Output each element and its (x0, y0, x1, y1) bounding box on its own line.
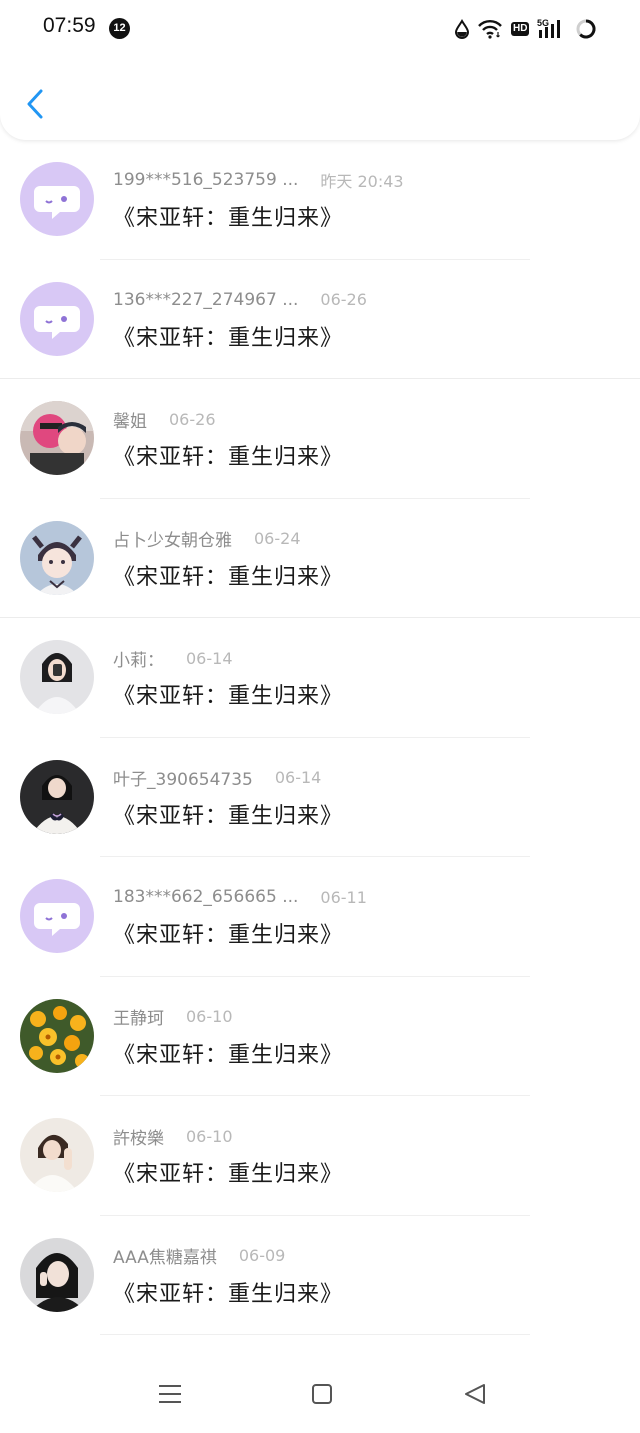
back-button[interactable] (20, 84, 50, 124)
top-header-card: 07:59 12 HD 5G (0, 0, 640, 140)
user-name: 叶子_390654735 (113, 770, 253, 790)
notification-count-badge: 12 (109, 18, 130, 39)
item-title: 《宋亚轩：重生归来》 (113, 803, 344, 829)
item-date: 06-10 (186, 1126, 233, 1146)
hd-badge: HD (511, 22, 530, 36)
list-item[interactable]: 占卜少女朝仓雅 06-24 《宋亚轩：重生归来》 (0, 499, 640, 618)
list-item[interactable]: AAA焦糖嘉祺 06-09 《宋亚轩：重生归来》 (0, 1216, 640, 1335)
list-item[interactable]: 許桉樂 06-10 《宋亚轩：重生归来》 (0, 1096, 640, 1216)
item-title: 《宋亚轩：重生归来》 (113, 1162, 344, 1187)
default-chat-avatar (20, 281, 94, 356)
user-name: 馨姐 (113, 411, 147, 432)
menu-icon (159, 1385, 181, 1403)
list-item[interactable]: 王静珂 06-10 《宋亚轩：重生归来》 (0, 977, 640, 1096)
user-photo-avatar (20, 1237, 94, 1312)
item-meta: 王静珂 06-10 (113, 1004, 233, 1030)
user-name: AAA焦糖嘉祺 (113, 1248, 217, 1268)
item-title: 《宋亚轩：重生归来》 (113, 445, 344, 470)
item-meta: 199***516_523759 ... 昨天 20:43 (113, 167, 404, 193)
list-item[interactable]: 199***516_523759 ... 昨天 20:43 《宋亚轩：重生归来》 (0, 140, 640, 260)
list-item[interactable]: 叶子_390654735 06-14 《宋亚轩：重生归来》 (0, 738, 640, 857)
item-meta: 許桉樂 06-10 (113, 1123, 233, 1149)
anime-avatar (20, 520, 94, 595)
item-date: 06-10 (186, 1007, 233, 1026)
user-name: 許桉樂 (113, 1128, 164, 1149)
network-label: 5G (537, 18, 549, 28)
flower-avatar (20, 998, 94, 1073)
list-item[interactable]: 小莉： 06-14 《宋亚轩：重生归来》 (0, 618, 640, 738)
list-item[interactable]: 183***662_656665 ... 06-11 《宋亚轩：重生归来》 (0, 857, 640, 977)
item-date: 06-14 (186, 648, 233, 668)
comment-list-screen: 07:59 12 HD 5G 199***516_523759 ... 昨天 2… (0, 0, 640, 1433)
wifi-icon (477, 19, 503, 39)
user-name: 199***516_523759 ... (113, 170, 299, 190)
item-title: 《宋亚轩：重生归来》 (113, 684, 344, 709)
user-name: 183***662_656665 ... (113, 887, 299, 907)
item-date: 昨天 20:43 (320, 172, 404, 191)
user-name: 小莉： (113, 650, 164, 671)
item-meta: 136***227_274967 ... 06-26 (113, 287, 367, 313)
back-triangle-icon (465, 1384, 485, 1404)
comment-list: 199***516_523759 ... 昨天 20:43 《宋亚轩：重生归来》… (0, 140, 640, 1335)
user-photo-avatar (20, 640, 94, 714)
user-photo-avatar (20, 1118, 94, 1192)
list-item[interactable]: 136***227_274967 ... 06-26 《宋亚轩：重生归来》 (0, 260, 640, 379)
system-nav-bar (0, 1360, 640, 1433)
item-date: 06-11 (320, 887, 367, 907)
home-button[interactable] (302, 1380, 342, 1408)
item-date: 06-09 (238, 1246, 286, 1265)
user-name: 王静珂 (113, 1009, 164, 1029)
item-date: 06-24 (254, 529, 301, 548)
item-meta: AAA焦糖嘉祺 06-09 (113, 1243, 285, 1269)
menu-button[interactable] (150, 1380, 190, 1408)
item-date: 06-26 (169, 409, 216, 429)
divider (100, 1334, 530, 1335)
status-bar: 07:59 12 HD 5G (0, 0, 640, 56)
item-title: 《宋亚轩：重生归来》 (113, 564, 344, 590)
item-meta: 馨姐 06-26 (113, 406, 216, 432)
user-photo-avatar (20, 401, 94, 475)
status-time: 07:59 (43, 14, 96, 37)
default-chat-avatar (20, 879, 94, 953)
item-meta: 小莉： 06-14 (113, 645, 233, 671)
item-title: 《宋亚轩：重生归来》 (113, 1281, 344, 1307)
item-title: 《宋亚轩：重生归来》 (113, 325, 344, 351)
chevron-left-icon (27, 89, 43, 119)
back-nav-button[interactable] (455, 1380, 495, 1408)
user-photo-avatar (20, 759, 94, 834)
item-title: 《宋亚轩：重生归来》 (113, 923, 344, 948)
home-square-icon (312, 1384, 332, 1404)
default-chat-avatar (20, 162, 94, 236)
item-meta: 占卜少女朝仓雅 06-24 (113, 526, 301, 552)
item-date: 06-14 (274, 768, 322, 787)
item-meta: 183***662_656665 ... 06-11 (113, 884, 367, 910)
item-title: 《宋亚轩：重生归来》 (113, 1042, 344, 1068)
item-title: 《宋亚轩：重生归来》 (113, 206, 344, 231)
list-item[interactable]: 馨姐 06-26 《宋亚轩：重生归来》 (0, 379, 640, 499)
signal-5g-icon: 5G (537, 18, 567, 40)
user-name: 136***227_274967 ... (113, 289, 299, 310)
item-date: 06-26 (320, 290, 367, 309)
droplet-icon (455, 19, 469, 39)
battery-ring-icon (575, 18, 597, 40)
item-meta: 叶子_390654735 06-14 (113, 765, 321, 791)
user-name: 占卜少女朝仓雅 (113, 531, 232, 551)
status-icons: HD 5G (455, 17, 597, 41)
